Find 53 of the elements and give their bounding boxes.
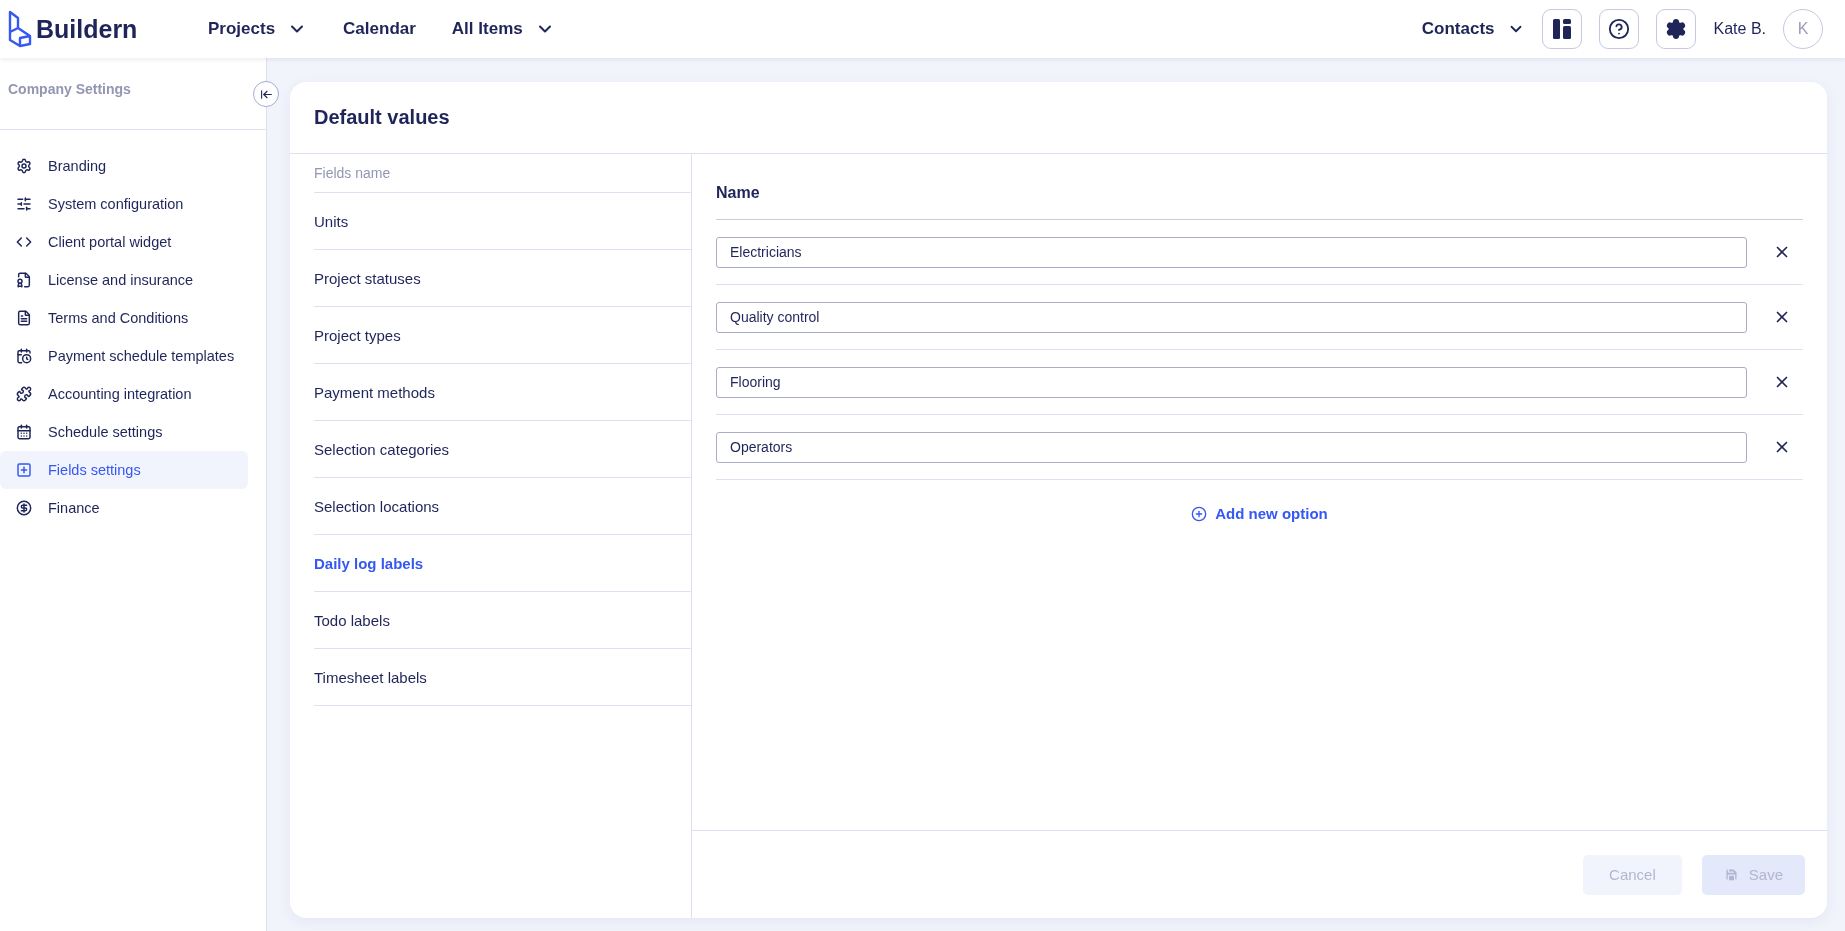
column-header: Name (716, 183, 760, 202)
code-icon (16, 234, 32, 250)
field-list-item[interactable]: Daily log labels (314, 535, 691, 592)
brand-name: Buildern (36, 14, 138, 44)
square-plus-icon (16, 462, 32, 478)
sidebar-item[interactable]: System configuration (0, 185, 248, 223)
option-input-field[interactable]: Flooring (716, 366, 1747, 398)
field-list-item[interactable]: Units (314, 193, 691, 250)
calendar-clock-icon (16, 348, 32, 364)
dollar-circle-icon (16, 500, 32, 516)
option-input-field[interactable]: Quality control (716, 301, 1747, 333)
nav-menu-item[interactable]: Calendar (343, 19, 416, 39)
contacts-menu[interactable]: Contacts (1421, 19, 1525, 39)
calendar-icon (16, 424, 32, 440)
column-header: Fields name (314, 165, 391, 181)
sidebar-item[interactable]: Finance (0, 489, 248, 527)
puzzle-icon (16, 386, 32, 402)
user-name: Kate B. (1713, 20, 1766, 38)
sidebar-item[interactable]: Terms and Conditions (0, 299, 248, 337)
settings-button[interactable] (1655, 9, 1696, 49)
field-list-item[interactable]: Selection locations (314, 478, 691, 535)
sliders-icon (16, 196, 32, 212)
sidebar-item[interactable]: Accounting integration (0, 375, 248, 413)
field-list-item[interactable]: Timesheet labels (314, 649, 691, 706)
layout-icon (1552, 19, 1571, 39)
sidebar-item[interactable]: Schedule settings (0, 413, 248, 451)
layout-button[interactable] (1541, 9, 1582, 49)
document-badge-icon (16, 272, 32, 288)
field-list-item[interactable]: Payment methods (314, 364, 691, 421)
field-list-item[interactable]: Selection categories (314, 421, 691, 478)
field-list-item[interactable]: Project types (314, 307, 691, 364)
help-icon (1607, 18, 1630, 40)
help-button[interactable] (1598, 9, 1639, 49)
sidebar-item[interactable]: Client portal widget (0, 223, 248, 261)
cube-logo-icon (8, 10, 32, 48)
plus-circle-icon (1191, 505, 1208, 522)
sidebar-item[interactable]: Branding (0, 147, 248, 185)
nav-menu-item[interactable]: Projects (208, 19, 308, 39)
document-icon (16, 310, 32, 326)
add-option-link[interactable]: Add new option (1185, 504, 1334, 523)
collapse-icon (259, 87, 273, 101)
sidebar-item[interactable]: License and insurance (0, 261, 248, 299)
nav-menu-item[interactable]: All Items (451, 19, 555, 39)
field-list-item[interactable]: Todo labels (314, 592, 691, 649)
field-list-item[interactable]: Project statuses (314, 250, 691, 307)
card-title: Default values (314, 106, 450, 129)
collapse-sidebar-button[interactable] (253, 81, 279, 107)
option-input-field[interactable]: Electricians (716, 236, 1747, 268)
sidebar-item[interactable]: Fields settings (0, 451, 248, 489)
sidebar-item[interactable]: Payment schedule templates (0, 337, 248, 375)
sidebar-title: Company Settings (8, 80, 131, 97)
gear-icon (16, 158, 32, 174)
option-input-field[interactable]: Operators (716, 431, 1747, 463)
